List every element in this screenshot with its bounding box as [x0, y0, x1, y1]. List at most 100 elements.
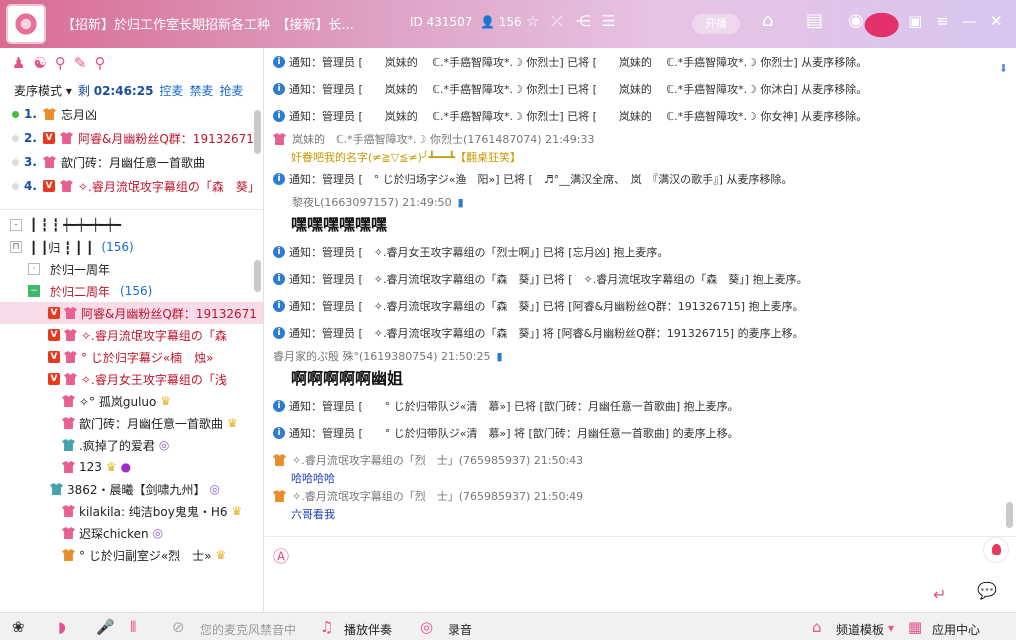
idle-indicator — [12, 134, 19, 142]
accompany-button[interactable]: 播放伴奏 — [344, 621, 392, 638]
user-row[interactable]: ✧° 孤岚guluo ♛ — [0, 390, 263, 412]
user-row[interactable]: V ✧.睿月流氓攻字幕组の「森 — [0, 324, 263, 346]
game-icon[interactable]: ◉ — [848, 10, 864, 31]
share-icon[interactable]: ⋲ — [576, 12, 591, 30]
expand-icon: - — [10, 219, 22, 231]
speaking-indicator — [12, 110, 19, 118]
control-mic-link[interactable]: 控麦 — [159, 82, 183, 99]
user-row[interactable]: .疯掉了的爱君 ◎ — [0, 434, 263, 456]
notice-message: i 通知：管理员 [ 岚妹的 ℂ.*手癌智障攻*.☽ 你烈士] 已将 [ 岚妹的 … — [265, 75, 1016, 102]
user-row[interactable]: 歆门砖：月幽任意一首歌曲 ♛ — [0, 412, 263, 434]
notice-message: i 通知：管理员 [ ✧.睿月流氓攻字幕组の「森 葵」] 将 [阿睿&月幽粉丝Q群… — [265, 319, 1016, 346]
equalizer-icon[interactable]: ⫴ — [130, 618, 136, 636]
queue-scrollbar[interactable] — [254, 110, 261, 154]
queue-item[interactable]: 1. 忘月凶 — [0, 102, 263, 126]
info-icon: i — [273, 299, 285, 312]
rose-gift-button[interactable] — [983, 537, 1009, 563]
notice-message: i 通知：管理员 [ ° じ於归场字ジ«渔 阳»] 已将 [ ♬°__满汉全席、 … — [265, 165, 1016, 192]
user-row[interactable]: V ✧.睿月女王攻字幕组の「浅 — [0, 368, 263, 390]
user-row[interactable]: ° じ於归副室ジ«烈 士» ♛ — [0, 544, 263, 566]
online-users: 👤 156 — [480, 15, 522, 29]
chevron-down-icon[interactable]: ▾ — [888, 621, 894, 635]
queue-mode-select[interactable]: 麦序模式 ▾ — [14, 82, 72, 99]
microphone-icon[interactable]: 🎤 — [96, 618, 115, 636]
app-center-button[interactable]: 应用中心 — [932, 621, 980, 638]
expand-icon: · — [28, 263, 40, 275]
tree-scrollbar[interactable] — [254, 260, 261, 292]
room-title: 【招新】於归工作室长期招新各工种 【接新】长... — [62, 18, 354, 33]
speaker-icon[interactable]: ◗ — [58, 618, 66, 636]
vip-badge-icon: V — [43, 132, 55, 144]
message-input-area[interactable]: Ⓐ ↵ 💬 — [265, 536, 1016, 612]
music-icon[interactable]: ♫ — [320, 618, 333, 636]
user-list-icon[interactable]: ♟ — [12, 54, 25, 72]
channel-tree: - ┃ ┇ ┇ ┿━┿━┿━┿━ ⊓ ┃ ┃归 ┇ ┃ ┃ (156) · 於归一周年 … — [0, 210, 263, 612]
social-icon[interactable]: ☯ — [33, 54, 46, 72]
member-icon — [62, 417, 75, 429]
record-icon[interactable]: ◎ — [420, 618, 433, 636]
grab-mic-link[interactable]: 抢麦 — [219, 82, 243, 99]
phone-icon: ▮ — [496, 349, 503, 363]
chat-area: i 通知：管理员 [ 岚妹的 ℂ.*手癌智障攻*.☽ 你烈士] 已将 [ 岚妹的 … — [265, 48, 1016, 536]
notice-message: i 通知：管理员 [ 岚妹的 ℂ.*手癌智障攻*.☽ 你烈士] 已将 [ 岚妹的 … — [265, 48, 1016, 75]
user-row[interactable]: 123 ♛ ● — [0, 456, 263, 478]
title-bar: 【招新】於归工作室长期招新各工种 【接新】长... ID 431507 👤 15… — [0, 0, 1016, 48]
notice-message: i 通知：管理员 [ ° じ於归带队ジ«清 慕»] 已将 [歆门砖：月幽任意一首歌… — [265, 392, 1016, 419]
tree-root[interactable]: - ┃ ┇ ┇ ┿━┿━┿━┿━ — [0, 214, 263, 236]
home-icon[interactable]: ⌂ — [762, 10, 773, 31]
room-id: ID 431507 — [410, 15, 473, 29]
search-icon[interactable]: ⚲ — [94, 54, 105, 72]
channel-logo[interactable] — [6, 4, 46, 44]
crown-icon: ♛ — [231, 504, 243, 518]
open-broadcast-button[interactable]: 开播 — [692, 14, 740, 34]
apps-icon[interactable]: ▦ — [908, 618, 922, 636]
message-header: ✧.睿月流氓攻字幕组の「烈 士」(765985937) 21:50:43 — [265, 450, 1016, 470]
chat-scrollbar[interactable] — [1006, 502, 1013, 528]
queue-bar: 麦序模式 ▾ 剩 02:46:25 控麦 禁麦 抢麦 — [0, 78, 263, 102]
user-row[interactable]: V ° じ於归字幕ジ«楠 烛» — [0, 346, 263, 368]
queue-item[interactable]: 2. V 阿睿&月幽粉丝Q群：191326715 — [0, 126, 263, 150]
reply-icon[interactable]: 💬 — [977, 581, 997, 600]
badge-icon: ◎ — [158, 438, 170, 452]
more-icon[interactable]: ☰ — [602, 12, 615, 30]
user-row[interactable]: kilakila: 纯洁boy鬼鬼・H6 ♛ — [0, 500, 263, 522]
member-icon — [60, 180, 73, 192]
idle-indicator — [12, 182, 19, 190]
bird-decoration-icon — [864, 6, 908, 44]
channel-row[interactable]: ⊓ ┃ ┃归 ┇ ┃ ┃ (156) — [0, 236, 263, 258]
message-header: ✧.睿月流氓攻字幕组の「烈 士」(765985937) 21:50:49 — [265, 486, 1016, 506]
skin-icon[interactable]: ▣ — [908, 12, 922, 30]
subchannel-row[interactable]: · 於归一周年 — [0, 258, 263, 280]
edit-icon[interactable]: ✎ — [74, 54, 87, 72]
menu-icon[interactable]: ≡ — [936, 12, 949, 30]
channel-template-button[interactable]: 频道模板 — [836, 621, 884, 638]
send-icon[interactable]: ↵ — [933, 585, 946, 604]
member-icon — [62, 549, 75, 561]
list-icon[interactable]: ▤ — [806, 10, 823, 31]
template-icon[interactable]: ⌂ — [812, 618, 822, 636]
mute-icon[interactable]: ⤫ — [551, 12, 563, 30]
scroll-down-icon[interactable]: ⬇ — [999, 62, 1008, 75]
ban-mic-link[interactable]: 禁麦 — [189, 82, 213, 99]
user-row[interactable]: 迟琛chicken ◎ — [0, 522, 263, 544]
user-row[interactable]: 3862・晨曦【剑啸九州】 ◎ — [0, 478, 263, 500]
member-icon — [50, 483, 63, 495]
user-row[interactable]: V 阿睿&月幽粉丝Q群：19132671 — [0, 302, 263, 324]
app-logo-icon[interactable]: ❀ — [12, 618, 25, 636]
close-icon[interactable]: ✕ — [990, 12, 1003, 30]
notice-message: i 通知：管理员 [ ✧.睿月女王攻字幕组の「烈士啊」] 已将 [忘月凶] 抱上麦… — [265, 238, 1016, 265]
queue-item[interactable]: 3. 歆门砖：月幽任意一首歌曲 — [0, 150, 263, 174]
vip-badge-icon: V — [48, 307, 60, 319]
queue-item[interactable]: 4. V ✧.睿月流氓攻字幕组の「森 葵」 — [0, 174, 263, 198]
text-style-icon[interactable]: Ⓐ — [273, 543, 291, 566]
minimize-icon[interactable]: — — [962, 12, 977, 30]
mic-muted-icon: ⊘ — [172, 618, 185, 636]
vip-badge-icon: V — [48, 351, 60, 363]
member-icon — [273, 133, 286, 145]
subchannel-row[interactable]: − 於归二周年 (156) — [0, 280, 263, 302]
record-button[interactable]: 录音 — [448, 621, 472, 638]
message-body: 六哥看我 — [291, 508, 335, 521]
idle-indicator — [12, 158, 19, 166]
star-icon[interactable]: ☆ — [526, 12, 539, 30]
location-icon[interactable]: ⚲ — [55, 54, 66, 72]
